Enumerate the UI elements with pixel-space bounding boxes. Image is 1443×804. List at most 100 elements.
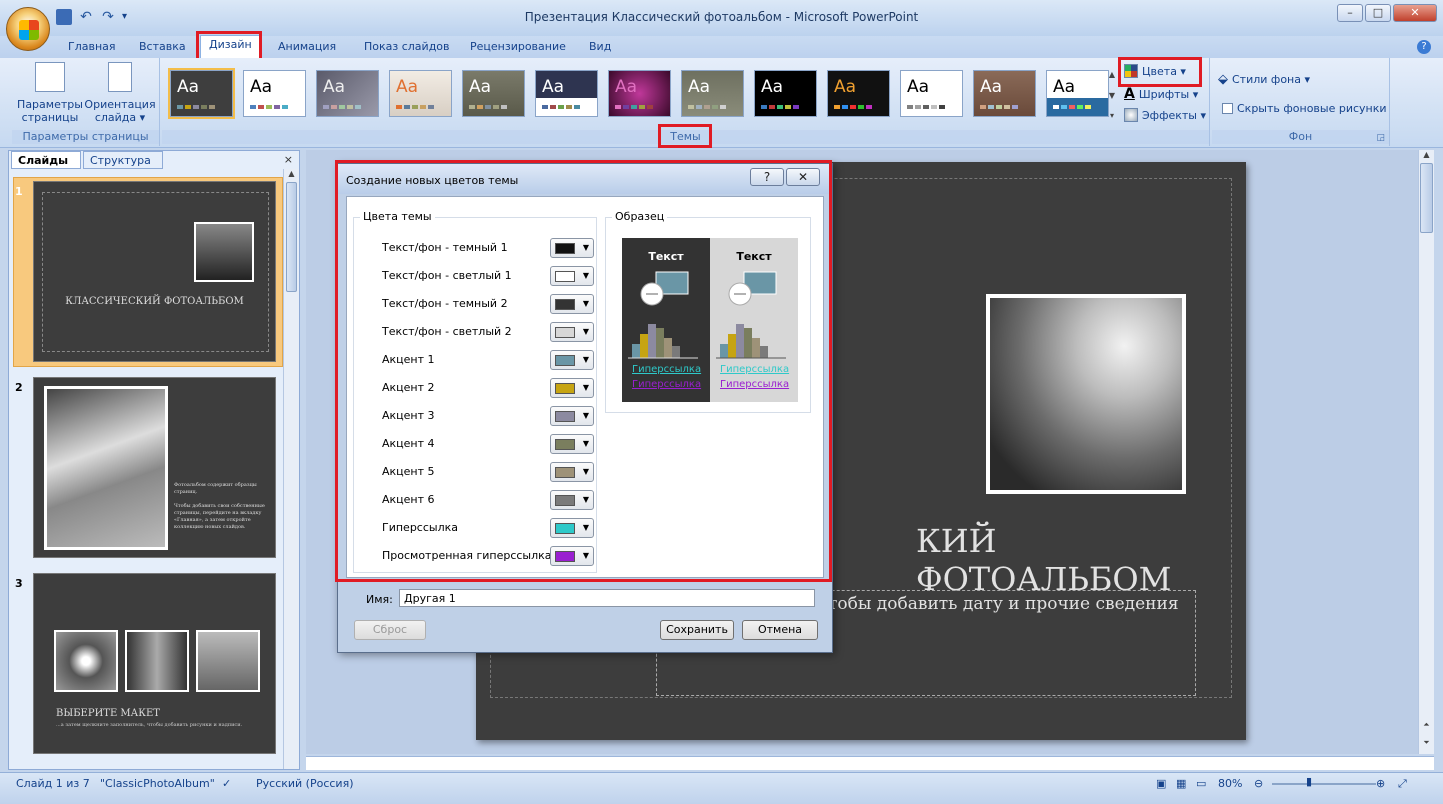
- gallery-down-icon[interactable]: ▼: [1106, 91, 1118, 100]
- page-setup-icon: [35, 62, 65, 92]
- effects-icon: [1124, 108, 1138, 122]
- slide-thumb-1[interactable]: КЛАССИЧЕСКИЙ ФОТОАЛЬБОМ: [33, 181, 276, 362]
- tab-review[interactable]: Рецензирование: [470, 40, 566, 53]
- slide-number: 2: [15, 381, 23, 394]
- orientation-label: Ориентация слайда ▾: [84, 98, 156, 124]
- zoom-out-icon[interactable]: ⊖: [1254, 777, 1263, 790]
- scroll-thumb[interactable]: [286, 182, 297, 292]
- gallery-scroll[interactable]: ▲ ▼ ▾: [1106, 70, 1118, 120]
- slide-counter: Слайд 1 из 7: [16, 777, 90, 790]
- theme-aa: Aa: [177, 77, 200, 97]
- slide-title[interactable]: КИЙ ФОТОАЛЬБОМ: [916, 522, 1246, 598]
- gallery-up-icon[interactable]: ▲: [1106, 70, 1118, 79]
- highlight-dialog: [335, 160, 832, 582]
- theme-thumb-6[interactable]: Aa: [535, 70, 598, 117]
- minimize-button[interactable]: –: [1337, 4, 1363, 22]
- tab-slides[interactable]: Слайды: [11, 151, 81, 169]
- theme-thumb-3[interactable]: Aa: [316, 70, 379, 117]
- slide1-thumb-title: КЛАССИЧЕСКИЙ ФОТОАЛЬБОМ: [65, 296, 244, 307]
- window-title: Презентация Классический фотоальбом - Mi…: [524, 10, 919, 24]
- group-page-setup: Параметры страницы Ориентация слайда ▾ П…: [12, 58, 160, 146]
- slides-pane: Слайды Структура × 1 КЛАССИЧЕСКИЙ ФОТОАЛ…: [8, 150, 300, 770]
- tab-animation[interactable]: Анимация: [278, 40, 336, 53]
- theme-thumb-8[interactable]: Aa: [681, 70, 744, 117]
- thumb-photo: [125, 630, 189, 692]
- window-controls: – □ ✕: [1337, 4, 1437, 22]
- theme-thumb-5[interactable]: Aa: [462, 70, 525, 117]
- page-setup-button[interactable]: Параметры страницы: [16, 62, 84, 124]
- zoom-level[interactable]: 80%: [1218, 777, 1242, 790]
- prev-slide-icon[interactable]: ⏶: [1419, 720, 1434, 730]
- slide-number: 3: [15, 577, 23, 590]
- zoom-slider[interactable]: [1272, 783, 1376, 785]
- scroll-up-icon[interactable]: ▲: [1419, 150, 1434, 159]
- tab-slideshow[interactable]: Показ слайдов: [364, 40, 450, 53]
- maximize-button[interactable]: □: [1365, 4, 1391, 22]
- theme-effects-label: Эффекты ▾: [1142, 108, 1207, 122]
- editor-scrollbar[interactable]: ▲ ⏶ ⏷: [1418, 150, 1434, 754]
- name-input[interactable]: [399, 589, 815, 607]
- pane-close-icon[interactable]: ×: [284, 153, 293, 166]
- close-window-button[interactable]: ✕: [1393, 4, 1437, 22]
- theme-thumb-12[interactable]: Aa: [973, 70, 1036, 117]
- tab-insert[interactable]: Вставка: [139, 40, 186, 53]
- highlight-themes-label: [658, 124, 712, 148]
- theme-thumb-11[interactable]: Aa: [900, 70, 963, 117]
- slide-photo[interactable]: [986, 294, 1186, 494]
- group-page-setup-label: Параметры страницы: [12, 130, 159, 144]
- office-button[interactable]: [6, 7, 50, 51]
- theme-thumb-2[interactable]: Aa: [243, 70, 306, 117]
- slide3-thumb-title: ВЫБЕРИТЕ МАКЕТ: [56, 708, 160, 719]
- help-icon[interactable]: ?: [1417, 40, 1431, 54]
- theme-thumb-4[interactable]: Aa: [389, 70, 452, 117]
- theme-fonts-button[interactable]: A Шрифты ▾: [1124, 86, 1198, 102]
- scroll-thumb[interactable]: [1420, 163, 1433, 233]
- slideshow-view-icon[interactable]: ▭: [1196, 777, 1206, 790]
- zoom-in-icon[interactable]: ⊕: [1376, 777, 1385, 790]
- tab-outline[interactable]: Структура: [83, 151, 163, 169]
- theme-thumb-7[interactable]: Aa: [608, 70, 671, 117]
- language[interactable]: Русский (Россия): [256, 777, 354, 790]
- sorter-view-icon[interactable]: ▦: [1176, 777, 1186, 790]
- pane-tabs: Слайды Структура ×: [9, 151, 299, 169]
- paint-bucket-icon: ⬙: [1218, 72, 1228, 87]
- next-slide-icon[interactable]: ⏷: [1419, 738, 1434, 748]
- hide-background-label: Скрыть фоновые рисунки: [1237, 102, 1387, 115]
- theme-thumb-9[interactable]: Aa: [754, 70, 817, 117]
- dialog-launcher-icon[interactable]: ◲: [1376, 133, 1385, 143]
- theme-thumb-10[interactable]: Aa: [827, 70, 890, 117]
- orientation-button[interactable]: Ориентация слайда ▾: [84, 62, 156, 124]
- slide3-thumb-text: ...а затем щелкните заполнитель, чтобы д…: [56, 722, 243, 728]
- fit-window-icon[interactable]: ⤢: [1398, 777, 1407, 791]
- theme-thumb-1[interactable]: Aa: [168, 68, 235, 119]
- gallery-more-icon[interactable]: ▾: [1106, 111, 1118, 120]
- theme-thumb-13[interactable]: Aa: [1046, 70, 1109, 117]
- slide2-thumb-text: Фотоальбом содержит образцы страниц. Что…: [174, 482, 265, 530]
- thumb-photo: [194, 222, 254, 282]
- pane-scrollbar[interactable]: ▲: [283, 169, 299, 769]
- cancel-button[interactable]: Отмена: [742, 620, 818, 640]
- save-button[interactable]: Сохранить: [660, 620, 734, 640]
- slide-thumb-3[interactable]: ВЫБЕРИТЕ МАКЕТ ...а затем щелкните запол…: [33, 573, 276, 754]
- reset-button[interactable]: Сброс: [354, 620, 426, 640]
- tab-view[interactable]: Вид: [589, 40, 611, 53]
- tab-home[interactable]: Главная: [68, 40, 116, 53]
- spellcheck-icon[interactable]: ✓: [222, 777, 231, 790]
- theme-name: "ClassicPhotoAlbum": [100, 777, 215, 790]
- zoom-slider-thumb[interactable]: ▮: [1306, 775, 1312, 788]
- normal-view-icon[interactable]: ▣: [1156, 777, 1166, 790]
- slide-thumb-2[interactable]: Фотоальбом содержит образцы страниц. Что…: [33, 377, 276, 558]
- notes-pane[interactable]: [306, 756, 1434, 770]
- scroll-up-icon[interactable]: ▲: [284, 169, 299, 178]
- thumb-photo: [44, 386, 168, 550]
- page-setup-label: Параметры страницы: [17, 98, 83, 124]
- checkbox-icon: [1222, 103, 1233, 114]
- theme-effects-button[interactable]: Эффекты ▾: [1124, 108, 1206, 122]
- orientation-icon: [108, 62, 132, 92]
- font-a-icon: A: [1124, 86, 1135, 102]
- thumb-photo: [196, 630, 260, 692]
- background-styles-button[interactable]: ⬙ Стили фона ▾: [1218, 72, 1310, 87]
- slide-subtitle[interactable]: тобы добавить дату и прочие сведения: [828, 594, 1179, 614]
- hide-background-checkbox[interactable]: Скрыть фоновые рисунки: [1222, 102, 1387, 115]
- theme-fonts-label: Шрифты ▾: [1138, 87, 1199, 101]
